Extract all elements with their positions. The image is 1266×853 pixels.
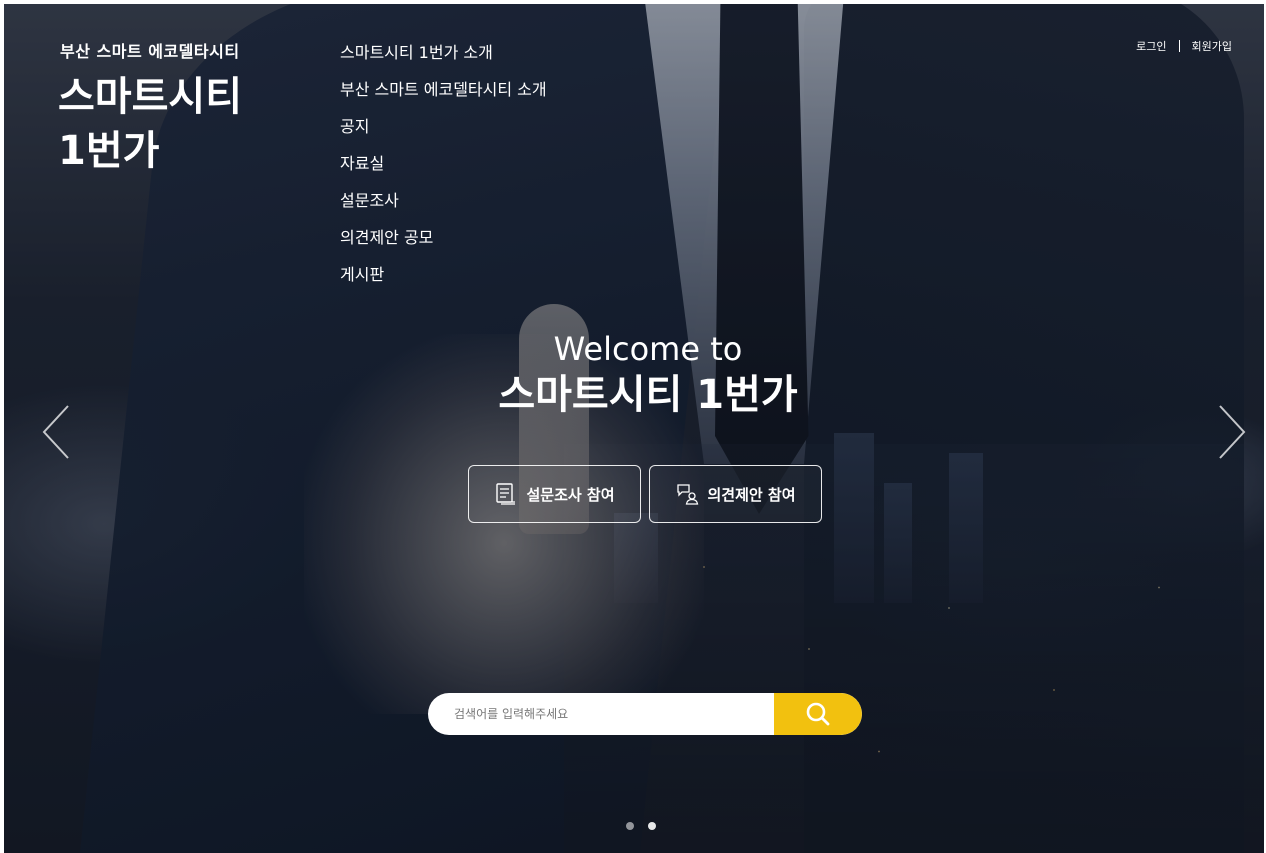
nav-item-survey[interactable]: 설문조사 (340, 182, 547, 219)
chevron-right-icon (1219, 405, 1246, 459)
nav-item-board[interactable]: 게시판 (340, 256, 547, 293)
chevron-left-icon (42, 405, 69, 459)
nav-item-notice[interactable]: 공지 (340, 108, 547, 145)
survey-participate-button[interactable]: 설문조사 참여 (468, 465, 641, 523)
opinion-participate-button[interactable]: 의견제안 참여 (649, 465, 822, 523)
welcome-heading: Welcome to 스마트시티 1번가 (0, 328, 1266, 420)
page: 부산 스마트 에코델타시티 스마트시티 1번가 스마트시티 1번가 소개 부산 … (0, 0, 1266, 853)
main-nav: 스마트시티 1번가 소개 부산 스마트 에코델타시티 소개 공지 자료실 설문조… (340, 34, 547, 293)
nav-item-smartcity-intro[interactable]: 스마트시티 1번가 소개 (340, 34, 547, 71)
search-button[interactable] (774, 693, 862, 735)
brand-logo-title[interactable]: 스마트시티 1번가 (58, 70, 298, 178)
search-icon (806, 702, 830, 726)
slider-pagination (626, 822, 656, 830)
nav-item-opinion-contest[interactable]: 의견제안 공모 (340, 219, 547, 256)
opinion-button-label: 의견제안 참여 (707, 485, 796, 504)
nav-item-ecodelta-intro[interactable]: 부산 스마트 에코델타시티 소개 (340, 71, 547, 108)
opinion-icon (677, 484, 699, 505)
nav-item-library[interactable]: 자료실 (340, 145, 547, 182)
welcome-line-2: 스마트시티 1번가 (498, 372, 798, 418)
search-input[interactable] (428, 693, 774, 735)
next-slide-button[interactable] (1214, 402, 1248, 462)
login-link[interactable]: 로그인 (1136, 38, 1166, 54)
slider-dot-active[interactable] (648, 822, 656, 830)
brand-subtitle: 부산 스마트 에코델타시티 (60, 42, 240, 61)
welcome-line-1: Welcome to (553, 330, 743, 368)
slider-dot[interactable] (626, 822, 634, 830)
survey-icon (496, 483, 516, 505)
divider (1178, 40, 1180, 52)
prev-slide-button[interactable] (40, 402, 74, 462)
search-bar (428, 693, 862, 735)
survey-button-label: 설문조사 참여 (526, 485, 615, 504)
signup-link[interactable]: 회원가입 (1192, 38, 1232, 54)
utility-links: 로그인 회원가입 (1136, 38, 1232, 54)
